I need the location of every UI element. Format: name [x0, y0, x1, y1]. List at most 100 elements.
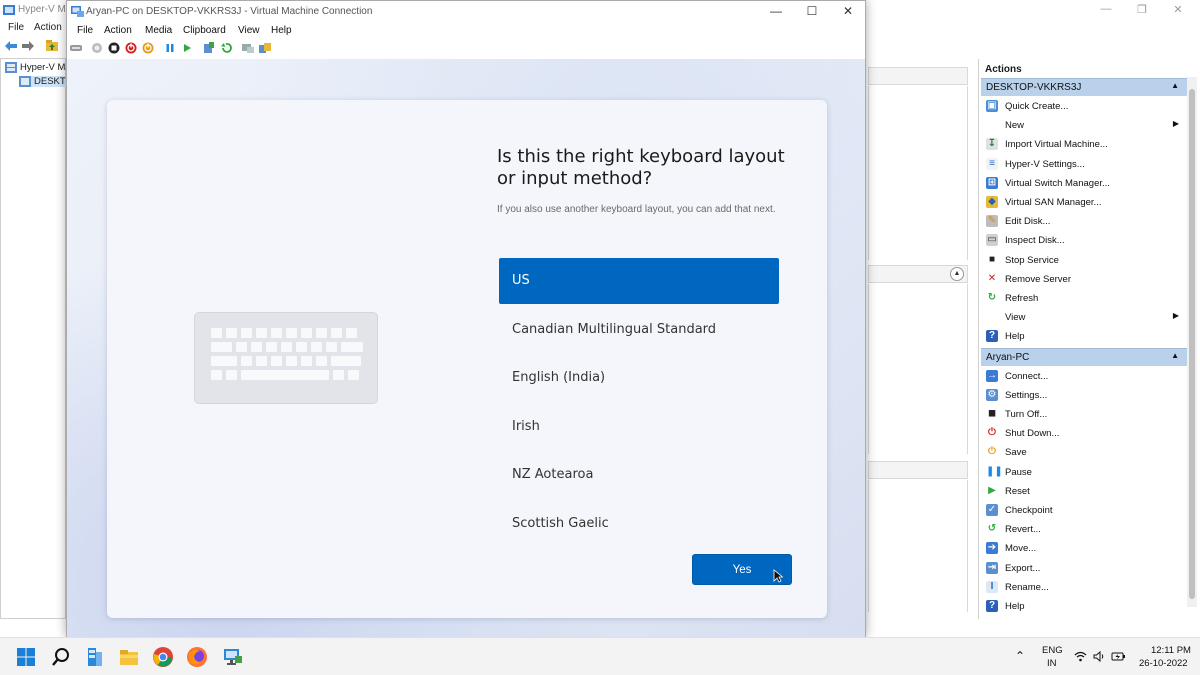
actions-group-header[interactable]: DESKTOP-VKKRS3J ▲ — [981, 78, 1187, 96]
keyboard-layout-item[interactable]: NZ Aotearoa — [499, 452, 779, 498]
action-item[interactable]: ◆ Virtual SAN Manager... — [981, 193, 1187, 212]
action-item[interactable]: → Connect... — [981, 367, 1187, 386]
action-item[interactable]: ⏻ Shut Down... — [981, 424, 1187, 443]
ctrl-alt-del-icon[interactable] — [70, 42, 82, 54]
volume-icon[interactable] — [1093, 651, 1105, 662]
action-item[interactable]: ↺ Revert... — [981, 520, 1187, 539]
action-item[interactable]: View ▶ — [981, 308, 1187, 327]
rename-icon: I — [986, 580, 998, 593]
collapse-up-icon[interactable]: ▲ — [950, 267, 964, 281]
tray-language[interactable]: ENG — [1042, 645, 1063, 656]
keyboard-key — [256, 356, 267, 366]
minimize-button[interactable]: — — [1096, 3, 1116, 15]
keyboard-layout-item[interactable]: Scottish Gaelic — [499, 501, 779, 529]
vm-menu-action[interactable]: Action — [104, 25, 132, 36]
action-label: Export... — [1005, 562, 1041, 574]
vm-menu-file[interactable]: File — [77, 25, 93, 36]
turn-off-toolbar-icon[interactable] — [108, 42, 120, 54]
keyboard-key — [286, 328, 297, 338]
action-item[interactable]: ↻ Refresh — [981, 289, 1187, 308]
share-toolbar-icon[interactable] — [259, 42, 271, 54]
start-icon[interactable] — [91, 42, 103, 54]
tray-region[interactable]: IN — [1047, 658, 1057, 669]
keyboard-layout-item[interactable]: US — [499, 258, 779, 304]
refresh-icon: ↻ — [986, 292, 998, 304]
actions-group-header[interactable]: Aryan-PC ▲ — [981, 347, 1187, 366]
connect-icon: → — [986, 369, 998, 382]
vm-menu-view[interactable]: View — [238, 25, 260, 36]
action-label: Virtual Switch Manager... — [1005, 177, 1110, 189]
menu-file[interactable]: File — [8, 22, 24, 33]
action-item[interactable]: ▣ Quick Create... — [981, 97, 1187, 116]
revert-toolbar-icon[interactable] — [220, 42, 232, 54]
enhanced-session-icon[interactable] — [242, 42, 254, 54]
action-item[interactable]: ✎ Edit Disk... — [981, 212, 1187, 231]
action-label: New — [1005, 120, 1025, 132]
hyperv-taskbar-icon[interactable] — [84, 646, 106, 668]
tray-overflow-chevron-icon[interactable]: ⌃ — [1015, 649, 1025, 663]
action-item[interactable]: ? Help — [981, 327, 1187, 346]
action-item[interactable]: ⊞ Virtual Switch Manager... — [981, 174, 1187, 193]
action-label: Settings... — [1005, 389, 1048, 401]
folder-up-icon[interactable] — [45, 39, 59, 52]
windows-start-icon[interactable] — [15, 646, 37, 668]
keyboard-layout-list[interactable]: US Canadian Multilingual Standard English … — [499, 258, 779, 528]
actions-scrollbar[interactable] — [1187, 77, 1197, 607]
save-toolbar-icon[interactable] — [142, 42, 154, 54]
action-item[interactable]: ❚❚ Pause — [981, 463, 1187, 482]
shut-down-toolbar-icon[interactable] — [125, 42, 137, 54]
keyboard-layout-item[interactable]: Irish — [499, 404, 779, 450]
search-icon[interactable] — [50, 646, 72, 668]
vm-maximize-button[interactable]: ☐ — [797, 4, 827, 18]
vm-screen[interactable]: Is this the right keyboard layout or inp… — [67, 59, 865, 638]
action-item[interactable]: ■ Stop Service — [981, 251, 1187, 270]
chrome-icon[interactable] — [152, 646, 174, 668]
battery-icon[interactable] — [1111, 651, 1126, 662]
action-item[interactable]: ▶ Reset — [981, 482, 1187, 501]
wifi-icon[interactable] — [1074, 651, 1087, 662]
collapse-caret-icon[interactable]: ▲ — [1171, 81, 1179, 90]
action-item[interactable]: New ▶ — [981, 116, 1187, 135]
vm-close-button[interactable]: ✕ — [833, 4, 863, 18]
back-arrow-icon[interactable] — [4, 40, 18, 52]
action-item[interactable]: I Rename... — [981, 578, 1187, 597]
firefox-icon[interactable] — [186, 646, 208, 668]
action-item[interactable]: ↧ Import Virtual Machine... — [981, 135, 1187, 154]
keyboard-key — [241, 328, 252, 338]
actions-title: Actions — [985, 64, 1022, 75]
action-item[interactable]: ◼ Turn Off... — [981, 405, 1187, 424]
action-item[interactable]: ⚙ Settings... — [981, 386, 1187, 405]
scrollbar-thumb[interactable] — [1189, 89, 1195, 599]
collapse-caret-icon[interactable]: ▲ — [1171, 351, 1179, 360]
action-item[interactable]: ⇥ Export... — [981, 559, 1187, 578]
keyboard-layout-item[interactable]: Canadian Multilingual Standard — [499, 307, 779, 353]
tray-date[interactable]: 26-10-2022 — [1139, 658, 1188, 669]
tray-time[interactable]: 12:11 PM — [1151, 645, 1191, 656]
pause-toolbar-icon[interactable] — [164, 42, 176, 54]
vm-menu-clipboard[interactable]: Clipboard — [183, 25, 226, 36]
action-item[interactable]: ≡ Hyper-V Settings... — [981, 155, 1187, 174]
file-explorer-icon[interactable] — [118, 646, 140, 668]
vm-menu-help[interactable]: Help — [271, 25, 292, 36]
menu-action[interactable]: Action — [34, 22, 62, 33]
tree-node-hyperv[interactable]: Hyper-V Ma — [5, 62, 67, 73]
action-item[interactable]: ⏻ Save — [981, 443, 1187, 462]
edit-disk-icon: ✎ — [986, 215, 998, 228]
checkpoint-toolbar-icon[interactable] — [203, 42, 215, 54]
resume-toolbar-icon[interactable] — [181, 42, 193, 54]
forward-arrow-icon[interactable] — [21, 40, 35, 52]
restore-button[interactable]: ❐ — [1132, 3, 1152, 16]
action-item[interactable]: ✓ Checkpoint — [981, 501, 1187, 520]
vm-connection-taskbar-icon[interactable] — [222, 646, 244, 668]
vm-menu-media[interactable]: Media — [145, 25, 172, 36]
action-item[interactable]: ? Help — [981, 597, 1187, 616]
keyboard-layout-item[interactable]: English (India) — [499, 355, 779, 401]
action-item[interactable]: ✕ Remove Server — [981, 270, 1187, 289]
vm-minimize-button[interactable]: — — [761, 4, 791, 18]
action-label: Turn Off... — [1005, 409, 1048, 420]
action-item[interactable]: ▭ Inspect Disk... — [981, 231, 1187, 250]
keyboard-key — [226, 370, 237, 380]
hyperv-app-icon — [3, 5, 15, 15]
close-button[interactable]: ✕ — [1168, 3, 1188, 16]
action-item[interactable]: ➔ Move... — [981, 539, 1187, 558]
